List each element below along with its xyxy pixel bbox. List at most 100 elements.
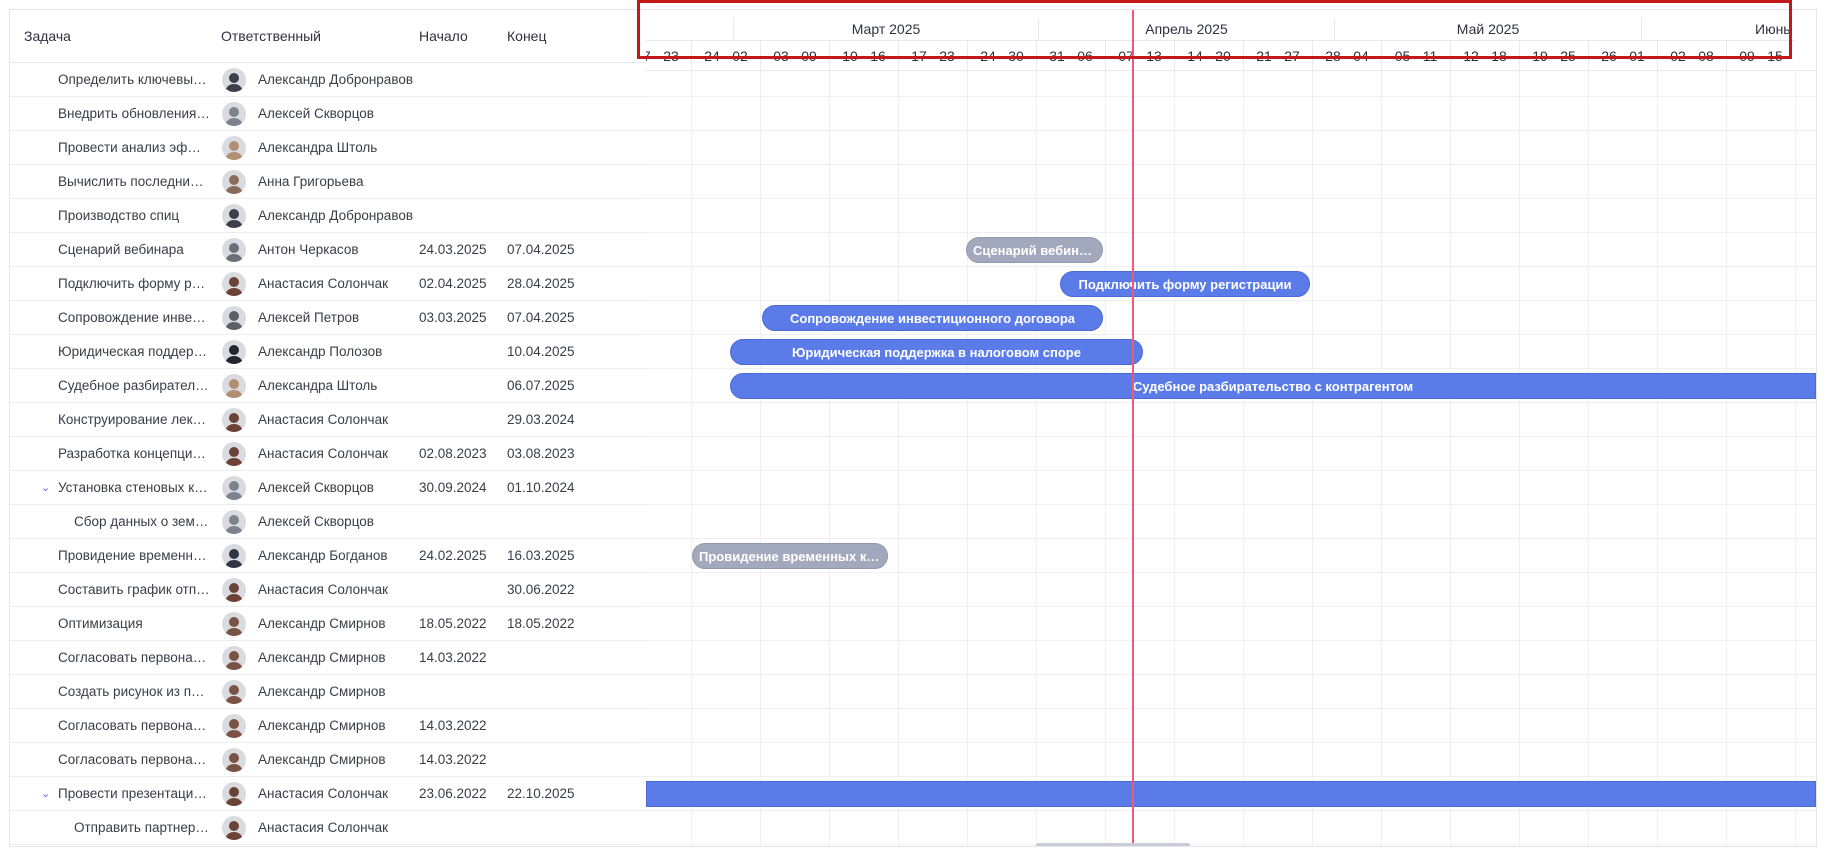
table-row[interactable]: Сбор данных о зем… Алексей Скворцов (10, 505, 646, 539)
week-label: 21 - 27 (1243, 40, 1312, 70)
gantt-bar[interactable]: Сценарий вебинара (966, 237, 1103, 263)
table-row[interactable]: Согласовать первона… Александр Смирнов 14.… (10, 743, 646, 777)
table-row[interactable]: Сценарий вебинара Антон Черкасов 24.03.202… (10, 233, 646, 267)
task-name: Провидение временн… (58, 548, 207, 563)
avatar (222, 544, 246, 568)
task-name: Вычислить последни… (58, 174, 204, 189)
end-date (507, 165, 607, 199)
avatar (222, 272, 246, 296)
gantt-bar[interactable]: Подключить форму регистрации (1060, 271, 1310, 297)
timeline-header: Март 2025Апрель 2025Май 2025Июнь17 - 232… (646, 10, 1816, 71)
task-name: Согласовать первона… (58, 752, 207, 767)
grid-row-line (646, 300, 1816, 301)
task-name: Оптимизация (58, 616, 143, 631)
gantt-bar[interactable] (646, 781, 1816, 807)
grid-row-line (646, 844, 1816, 845)
avatar (222, 204, 246, 228)
today-line (1132, 10, 1134, 846)
table-row[interactable]: Производство спиц Александр Добронравов (10, 199, 646, 233)
table-row[interactable]: Провести анализ эфф… Александра Штоль (10, 131, 646, 165)
responsible-name: Анастасия Солончак (258, 786, 389, 801)
start-date: 24.03.2025 (419, 242, 487, 257)
table-row[interactable]: Юридическая поддер… Александр Полозов 10.0… (10, 335, 646, 369)
column-header-task[interactable]: Задача (24, 10, 71, 62)
table-row[interactable]: Согласовать первона… Александр Смирнов 14.… (10, 709, 646, 743)
end-date: 28.04.2025 (507, 276, 575, 291)
avatar (222, 374, 246, 398)
gantt-bar[interactable]: Судебное разбирательство с контрагентом (730, 373, 1816, 399)
avatar (222, 646, 246, 670)
table-row[interactable]: Согласовать первона… Александр Смирнов 14.… (10, 641, 646, 675)
column-header-responsible[interactable]: Ответственный (221, 10, 321, 62)
start-date: 02.04.2025 (419, 276, 487, 291)
chevron-down-icon[interactable]: ⌄ (41, 777, 50, 811)
grid-column-line (1519, 71, 1520, 846)
start-date (419, 199, 505, 233)
table-row[interactable]: Составить график отп… Анастасия Солончак 3… (10, 573, 646, 607)
grid-row-line (646, 674, 1816, 675)
start-date: 14.03.2022 (419, 650, 487, 665)
avatar (222, 578, 246, 602)
task-name: Сопровождение инве… (58, 310, 206, 325)
grid-row-line (646, 130, 1816, 131)
timeline-body[interactable]: Сценарий вебинара Подключить форму регист… (646, 71, 1816, 846)
end-date: 06.07.2025 (507, 378, 575, 393)
table-row[interactable]: Подключить форму р… Анастасия Солончак 02.… (10, 267, 646, 301)
responsible-name: Алексей Петров (258, 310, 360, 325)
gantt-bar[interactable]: Сопровождение инвестиционного договора (762, 305, 1103, 331)
table-row[interactable]: Внедрить обновления… Алексей Скворцов (10, 97, 646, 131)
start-date (419, 573, 505, 607)
grid-row-line (646, 776, 1816, 777)
table-row[interactable]: Оптимизация Александр Смирнов 18.05.2022 18… (10, 607, 646, 641)
horizontal-scrollbar[interactable] (1036, 843, 1190, 846)
column-header-end[interactable]: Конец (507, 10, 546, 62)
grid-column-line (1243, 71, 1244, 846)
table-row[interactable]: Отправить партнер… Анастасия Солончак (10, 811, 646, 845)
gantt-bar[interactable]: Провидение временных ком… (692, 543, 888, 569)
table-row[interactable]: Конструирование лек… Анастасия Солончак 29… (10, 403, 646, 437)
responsible-name: Алексей Скворцов (258, 106, 374, 121)
responsible-name: Александра Штоль (258, 378, 378, 393)
table-row[interactable]: ⌄ Провести презентаци… Анастасия Солончак 2… (10, 777, 646, 811)
table-row[interactable]: Провидение временн… Александр Богданов 24.… (10, 539, 646, 573)
week-label: 17 - 23 (898, 40, 967, 70)
table-row[interactable]: Создать рисунок из п… Александр Смирнов (10, 675, 646, 709)
grid-column-line (829, 71, 830, 846)
task-name: Судебное разбирател… (58, 378, 209, 393)
avatar (222, 816, 246, 840)
responsible-name: Александр Смирнов (258, 752, 386, 767)
end-date: 03.08.2023 (507, 446, 575, 461)
task-name: Подключить форму р… (58, 276, 206, 291)
end-date: 18.05.2022 (507, 616, 575, 631)
table-row[interactable]: Вычислить последни… Анна Григорьева (10, 165, 646, 199)
task-name: Конструирование лек… (58, 412, 206, 427)
chevron-down-icon[interactable]: ⌄ (41, 471, 50, 505)
table-row[interactable]: Судебное разбирател… Александра Штоль 06.0… (10, 369, 646, 403)
table-row[interactable]: Разработка концепци… Анастасия Солончак 02… (10, 437, 646, 471)
grid-row-line (646, 606, 1816, 607)
grid-row-line (646, 538, 1816, 539)
task-name: Сценарий вебинара (58, 242, 184, 257)
week-label: 10 - 16 (829, 40, 898, 70)
task-name: Юридическая поддер… (58, 344, 207, 359)
grid-row-line (646, 572, 1816, 573)
table-row[interactable]: Сопровождение инве… Алексей Петров 03.03.2… (10, 301, 646, 335)
grid-row-line (646, 368, 1816, 369)
table-row[interactable]: ⌄ Установка стеновых к… Алексей Скворцов 30… (10, 471, 646, 505)
responsible-name: Анастасия Солончак (258, 820, 389, 835)
grid-row-line (646, 504, 1816, 505)
month-label: Апрель 2025 (1038, 18, 1334, 40)
task-name: Провести презентаци… (58, 786, 207, 801)
end-date: 16.03.2025 (507, 548, 575, 563)
grid-row-line (646, 742, 1816, 743)
avatar (222, 442, 246, 466)
column-header-start[interactable]: Начало (419, 10, 468, 62)
week-label: 03 - 09 (760, 40, 829, 70)
grid-row-line (646, 164, 1816, 165)
table-row[interactable]: Определить ключевые… Александр Добронраво… (10, 63, 646, 97)
end-date: 07.04.2025 (507, 242, 575, 257)
task-name: Сбор данных о зем… (74, 514, 209, 529)
grid-row-line (646, 708, 1816, 709)
avatar (222, 680, 246, 704)
gantt-bar[interactable]: Юридическая поддержка в налоговом споре (730, 339, 1143, 365)
